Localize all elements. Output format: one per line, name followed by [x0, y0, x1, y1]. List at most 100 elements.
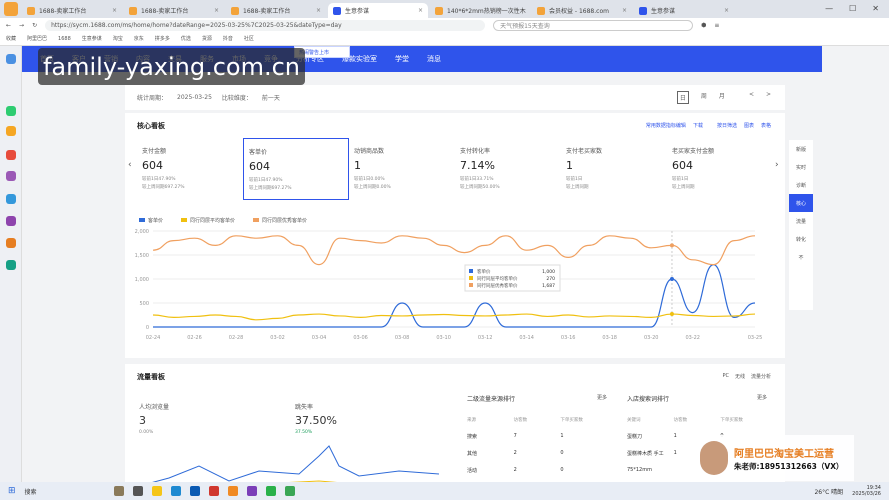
tab-close-icon[interactable]: × — [214, 7, 219, 14]
browser-tab[interactable]: 140*6*2mm热销榜一次性木× — [430, 3, 530, 18]
bookmark-item[interactable]: 货源 — [202, 35, 212, 42]
ai-icon[interactable] — [6, 194, 16, 204]
core-option[interactable]: 表格 — [761, 122, 771, 129]
compare-value[interactable]: 前一天 — [262, 93, 280, 102]
table-row[interactable]: 其他 2 0 — [467, 450, 607, 457]
app-icon[interactable] — [6, 260, 16, 270]
date-control[interactable]: 周 — [701, 91, 707, 104]
bookmark-item[interactable]: 社区 — [244, 35, 254, 42]
bookmark-item[interactable]: 阿里巴巴 — [27, 35, 47, 42]
extension-icon[interactable]: ⬢ — [701, 22, 706, 29]
url-input[interactable]: https://sycm.1688.com/ms/home/home?dateR… — [45, 19, 486, 31]
bookmark-item[interactable]: 生意参谋 — [82, 35, 102, 42]
app-icon[interactable] — [132, 486, 143, 496]
right-panel-item[interactable]: 流量 — [789, 212, 813, 230]
date-control[interactable]: 月 — [719, 91, 725, 104]
browser-tab[interactable]: 生意参谋 × — [634, 3, 734, 18]
core-option[interactable]: 图表 — [744, 122, 754, 129]
game-icon[interactable] — [6, 238, 16, 248]
app-icon[interactable] — [6, 150, 16, 160]
right-panel-item[interactable]: 诊断 — [789, 176, 813, 194]
app-icon[interactable] — [246, 486, 257, 496]
t2-more-link[interactable]: 更多 — [757, 394, 767, 401]
metric-card[interactable]: 动销商品数 1 较前1日0.00% 较上周同期0.00% — [349, 138, 455, 200]
app-icon[interactable] — [6, 106, 16, 116]
table-row[interactable]: 活动 2 0 — [467, 467, 607, 474]
core-option[interactable]: 常用数据指标编辑 — [646, 122, 686, 129]
home-icon[interactable] — [6, 54, 16, 64]
metric-value: 604 — [142, 159, 163, 172]
menu-icon[interactable]: ≡ — [714, 22, 719, 29]
taskbar-search[interactable]: 搜索 — [25, 487, 105, 496]
app-icon[interactable] — [189, 486, 200, 496]
metric-card[interactable]: 支付转化率 7.14% 较前1日33.71% 较上周同期50.00% — [455, 138, 561, 200]
table-row[interactable]: 搜索 7 1 — [467, 433, 607, 440]
right-panel-item[interactable]: 转化 — [789, 230, 813, 248]
browser-tab[interactable]: 1688-卖家工作台 × — [22, 3, 122, 18]
tab-favicon-icon — [435, 6, 443, 15]
wireless-option[interactable]: 无线 — [735, 373, 745, 380]
right-panel-item[interactable]: 核心 — [789, 194, 813, 212]
back-icon[interactable]: ← — [6, 22, 11, 29]
right-panel-item[interactable]: 不 — [789, 248, 813, 266]
bookmark-item[interactable]: 1688 — [58, 36, 71, 42]
right-panel-item[interactable]: 新版 — [789, 140, 813, 158]
start-icon[interactable]: ⊞ — [8, 486, 16, 496]
flow-analysis-link[interactable]: 流量分析 — [751, 373, 771, 380]
metric-card[interactable]: 支付老买家数 1 较前1日 较上周同期 — [561, 138, 667, 200]
metric-card[interactable]: 客单价 604 较前1日47.90% 较上周同期697.27% — [243, 138, 349, 200]
tooltip-name: 同行同层平均客单价 — [477, 275, 518, 282]
metric-bounce[interactable]: 跳失率 37.50% 37.50% — [295, 402, 337, 435]
tab-close-icon[interactable]: × — [724, 7, 729, 14]
close-window-icon[interactable]: ✕ — [872, 4, 879, 13]
app-icon[interactable] — [208, 486, 219, 496]
core-option[interactable]: 下载 — [693, 122, 703, 129]
app-icon[interactable] — [113, 486, 124, 496]
edge-icon[interactable] — [170, 486, 181, 496]
prev-arrow-icon[interactable]: ‹ — [128, 160, 132, 170]
legend-item[interactable]: 同行同层优秀客单价 — [253, 217, 307, 224]
tab-close-icon[interactable]: × — [622, 7, 627, 14]
date-control[interactable]: > — [766, 91, 771, 104]
browser-tab[interactable]: 1688-卖家工作台 × — [124, 3, 224, 18]
date-control[interactable]: < — [749, 91, 754, 104]
right-panel-item[interactable]: 实时 — [789, 158, 813, 176]
next-arrow-icon[interactable]: › — [775, 160, 779, 170]
legend-item[interactable]: 客单价 — [139, 217, 163, 224]
bookmark-item[interactable]: 收藏 — [6, 35, 16, 42]
app-icon[interactable] — [6, 216, 16, 226]
tab-close-icon[interactable]: × — [418, 7, 423, 14]
promo-brand: 阿里巴巴淘宝美工运营 — [734, 449, 834, 460]
wechat-icon[interactable] — [265, 486, 276, 496]
folder-icon[interactable] — [151, 486, 162, 496]
metric-pv[interactable]: 人均浏览量 3 0.00% — [139, 402, 169, 435]
reload-icon[interactable]: ↻ — [32, 22, 37, 29]
tab-close-icon[interactable]: × — [316, 7, 321, 14]
date-control[interactable]: 日 — [676, 91, 689, 104]
bookmark-item[interactable]: 优选 — [181, 35, 191, 42]
app-icon[interactable] — [6, 171, 16, 181]
legend-item[interactable]: 同行同层平均客单价 — [181, 217, 235, 224]
bookmark-item[interactable]: 抖音 — [223, 35, 233, 42]
bookmark-item[interactable]: 淘宝 — [113, 35, 123, 42]
metric-card[interactable]: 老买家支付金额 604 较前1日 较上周同期 — [667, 138, 773, 200]
pc-option[interactable]: PC — [722, 373, 729, 380]
tab-close-icon[interactable]: × — [112, 7, 117, 14]
bookmark-item[interactable]: 拼多多 — [155, 35, 170, 42]
app-icon[interactable] — [6, 126, 16, 136]
app-icon[interactable] — [284, 486, 295, 496]
nav-item[interactable]: 学堂 — [395, 54, 409, 64]
t1-more-link[interactable]: 更多 — [597, 394, 607, 401]
app-icon[interactable] — [227, 486, 238, 496]
core-option[interactable]: 按日筛选 — [717, 122, 737, 129]
metric-card[interactable]: 支付金额 604 较前1日47.90% 较上周同期697.27% — [137, 138, 243, 200]
browser-tab[interactable]: 生意参谋 × — [328, 3, 428, 18]
forward-icon[interactable]: → — [19, 22, 24, 29]
minimize-icon[interactable]: — — [825, 4, 833, 13]
nav-item[interactable]: 消息 — [427, 54, 441, 64]
browser-tab[interactable]: 会员权益 - 1688.com × — [532, 3, 632, 18]
bookmark-item[interactable]: 京东 — [134, 35, 144, 42]
search-input[interactable]: 天气预报15天查询 — [493, 19, 694, 31]
maximize-icon[interactable]: ☐ — [849, 4, 856, 13]
browser-tab[interactable]: 1688-卖家工作台 × — [226, 3, 326, 18]
